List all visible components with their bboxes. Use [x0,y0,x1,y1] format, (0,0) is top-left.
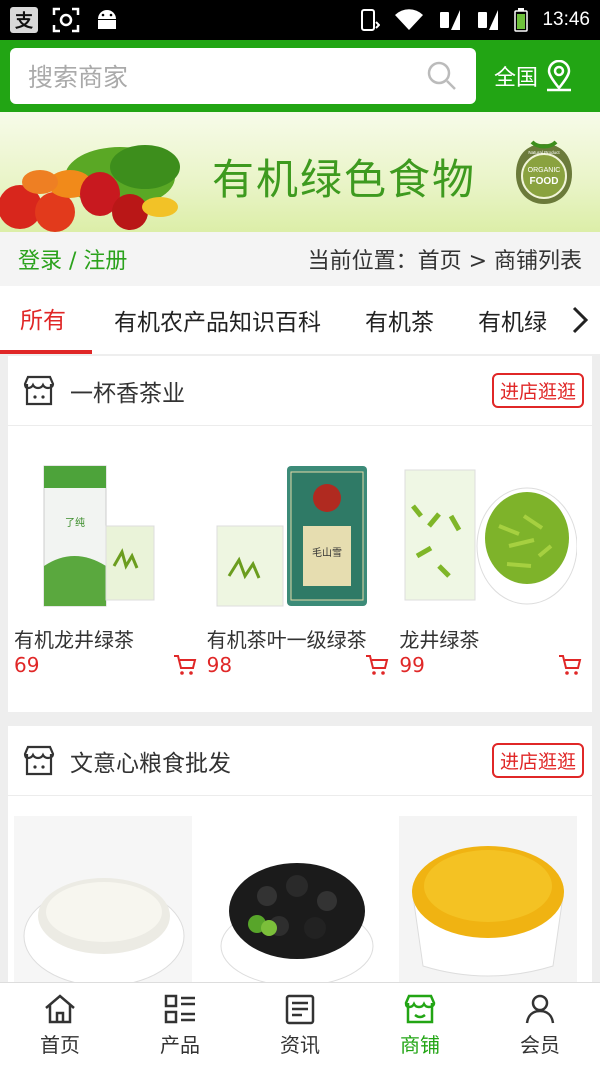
cart-icon[interactable] [558,654,582,676]
nav-products[interactable]: 产品 [120,983,240,1067]
enter-shop-button[interactable]: 进店逛逛 [491,373,584,408]
shop-card: 一杯香茶业 进店逛逛 了纯 有机龙井绿茶 69 毛山雪 有机茶叶一级绿茶 98 … [8,356,592,712]
product-card[interactable] [399,796,592,986]
nav-label: 资讯 [280,1032,320,1057]
product-image[interactable] [399,446,578,612]
nav-shops[interactable]: 商铺 [360,983,480,1067]
shop-name: 文意心粮食批发 [70,750,231,777]
shop-name: 一杯香茶业 [70,380,185,407]
tab-organic-tea[interactable]: 有机茶 [343,286,456,354]
badge-sub-text: FOOD [530,176,559,187]
product-row [8,796,592,987]
status-bar: 支 13:46 [0,0,600,40]
product-price: 99 [399,653,425,677]
product-name: 龙井绿茶 [399,628,480,652]
vibrate-icon [361,9,381,31]
tabs-scroll-right[interactable] [560,286,600,354]
svg-text:了纯: 了纯 [65,516,85,529]
product-image[interactable]: 了纯 [14,446,192,612]
alipay-notification-icon: 支 [10,7,38,33]
product-image[interactable] [207,816,385,987]
shop-header: 一杯香茶业 进店逛逛 [8,356,592,426]
sim2-signal-icon [478,10,499,30]
product-image[interactable]: 毛山雪 [207,446,385,612]
shop-title[interactable]: 一杯香茶业 [22,374,185,408]
product-price: 98 [206,653,233,677]
battery-icon [514,8,529,32]
badge-main-text: ORGANIC [528,167,561,174]
tab-label: 有机农产品知识百科 [114,310,321,336]
product-card[interactable]: 了纯 有机龙井绿茶 69 [14,426,207,677]
region-label: 全国 [494,66,539,91]
news-icon [285,994,315,1024]
shop-card: 文意心粮食批发 进店逛逛 [8,726,592,987]
promo-banner[interactable]: 有机绿色食物 ORGANIC FOOD Natural Product [0,112,600,232]
product-card[interactable]: 龙井绿茶 99 [399,426,592,677]
badge-top-text: Natural Product [528,150,560,155]
nav-label: 会员 [520,1032,560,1057]
grid-list-icon [164,994,195,1023]
nav-label: 产品 [160,1032,200,1057]
breadcrumb: 当前位置：首页 > 商铺列表 [307,249,582,274]
organic-food-badge: ORGANIC FOOD Natural Product [516,140,572,204]
nav-news[interactable]: 资讯 [240,983,360,1067]
search-input[interactable]: 搜索商家 [28,58,128,94]
login-breadcrumb-bar: 登录 / 注册 当前位置：首页 > 商铺列表 [0,232,600,286]
product-image[interactable] [14,816,192,987]
product-name: 有机龙井绿茶 [14,628,134,652]
svg-text:毛山雪: 毛山雪 [312,547,342,559]
nav-member[interactable]: 会员 [480,983,600,1067]
shop-header: 文意心粮食批发 进店逛逛 [8,726,592,796]
search-box[interactable]: 搜索商家 [10,48,476,104]
user-icon [525,994,555,1023]
android-debug-icon [98,10,116,29]
wifi-icon [395,9,424,31]
home-icon [45,993,75,1023]
store-icon [404,994,436,1023]
chevron-right-icon [572,306,589,334]
tab-label: 所有 [20,308,66,334]
login-register-link[interactable]: 登录 / 注册 [18,243,127,275]
product-card[interactable] [207,796,400,987]
nav-home[interactable]: 首页 [0,983,120,1067]
banner-title: 有机绿色食物 [212,155,477,204]
product-price: 69 [14,653,40,677]
search-icon[interactable] [426,60,458,92]
cart-icon[interactable] [365,654,389,676]
enter-shop-button[interactable]: 进店逛逛 [491,743,584,778]
product-image[interactable] [399,816,578,982]
store-icon [23,745,55,775]
vegetables-illustration [0,145,180,232]
tab-label: 有机绿 [478,310,547,336]
location-pin-icon [547,60,572,92]
cart-icon[interactable] [173,654,197,676]
region-selector[interactable]: 全国 [494,60,574,92]
nav-label: 首页 [40,1032,80,1057]
shop-title[interactable]: 文意心粮食批发 [22,744,231,778]
tab-organic-knowledge[interactable]: 有机农产品知识百科 [92,286,343,354]
product-card[interactable] [14,796,207,987]
screenshot-notification-icon [52,7,80,33]
nav-label: 商铺 [400,1032,440,1057]
category-tabs: 所有 有机农产品知识百科 有机茶 有机绿 [0,286,600,354]
clock: 13:46 [542,9,590,30]
tab-organic-green[interactable]: 有机绿 [456,286,556,354]
product-row: 了纯 有机龙井绿茶 69 毛山雪 有机茶叶一级绿茶 98 龙井绿茶 99 [8,426,592,677]
bottom-navigation: 首页 产品 资讯 商铺 会员 [0,982,600,1067]
store-icon [23,375,55,405]
tab-all[interactable]: 所有 [0,286,92,354]
app-header: 搜索商家 全国 [0,40,600,112]
product-name: 有机茶叶一级绿茶 [206,628,367,652]
sim1-signal-icon [440,10,461,30]
tab-label: 有机茶 [365,310,434,336]
product-card[interactable]: 毛山雪 有机茶叶一级绿茶 98 [207,426,400,677]
